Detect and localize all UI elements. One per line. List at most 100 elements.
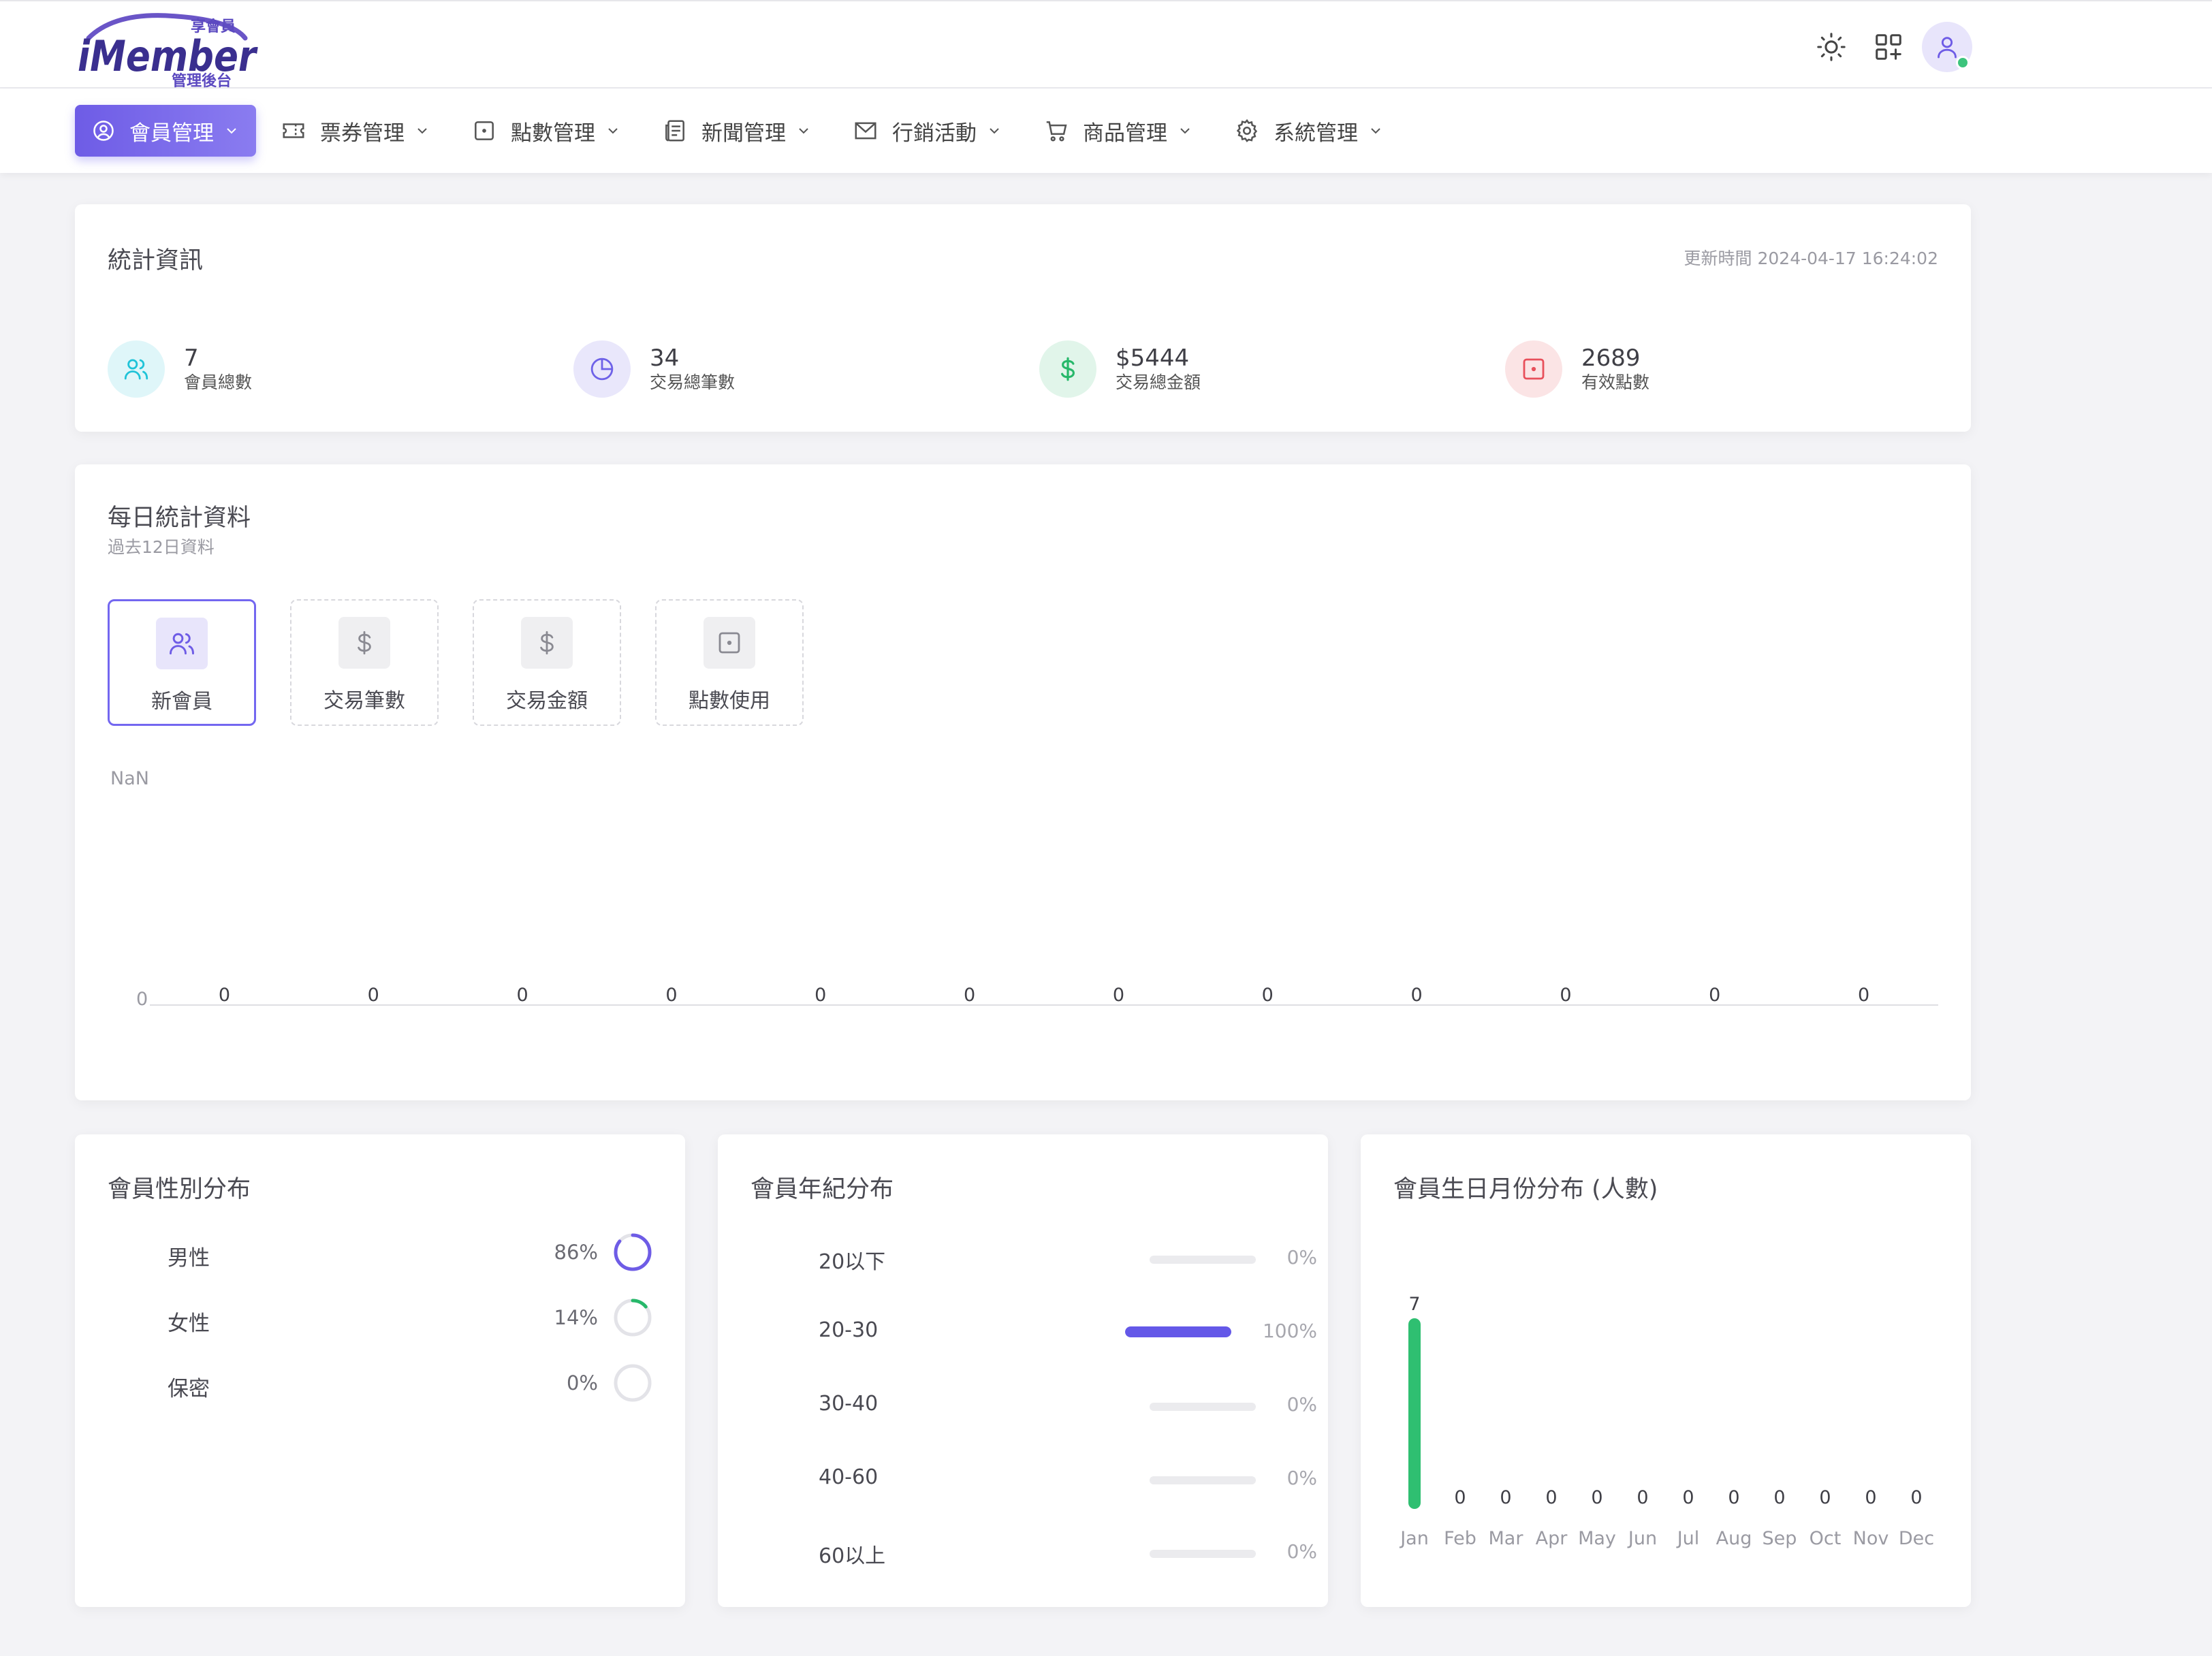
- chevron-down-icon: [1368, 123, 1384, 139]
- nav-label: 系統管理: [1274, 121, 1358, 146]
- square-dot-icon: [1505, 340, 1562, 398]
- chevron-down-icon: [795, 123, 812, 139]
- tab-label: 交易筆數: [323, 689, 405, 713]
- gender-card: 會員性別分布 男性 86% 女性 14% 保密 0%: [75, 1134, 685, 1607]
- square-dot-icon: [704, 617, 755, 669]
- age-row: 60以上 0%: [718, 1532, 1328, 1573]
- stats-title: 統計資訊: [108, 247, 204, 274]
- birthday-x-tick-label: Apr: [1536, 1528, 1568, 1549]
- apps-button[interactable]: [1863, 22, 1914, 72]
- birthday-bar-value: 0: [1591, 1487, 1602, 1508]
- chevron-down-icon: [986, 123, 1002, 139]
- square-dot-icon: [471, 118, 497, 144]
- nav-label: 行銷活動: [892, 121, 977, 146]
- daily-bar-value: 0: [1410, 985, 1422, 1006]
- birthday-bar-value: 0: [1637, 1487, 1648, 1508]
- age-progress-track: [1150, 1476, 1256, 1484]
- nav-member-management[interactable]: 會員管理: [75, 105, 256, 157]
- stat-label: 交易總筆數: [650, 372, 736, 392]
- stats-card: 統計資訊 更新時間 2024-04-17 16:24:02 7 會員總數 34 …: [75, 204, 1971, 432]
- age-row: 40-60 0%: [718, 1459, 1328, 1499]
- gender-row-secret: 保密 0%: [75, 1362, 685, 1410]
- birthday-x-tick-label: Jul: [1676, 1528, 1700, 1549]
- birthday-bar-value: 7: [1408, 1294, 1420, 1315]
- daily-stats-card: 每日統計資料 過去12日資料 新會員 交易筆數 交易金額 點數使用 NaN 0 …: [75, 464, 1971, 1100]
- dollar-icon: [1039, 340, 1096, 398]
- gender-ring: [614, 1364, 652, 1402]
- daily-bar-value: 0: [815, 985, 826, 1006]
- nav-ticket-management[interactable]: 票券管理: [264, 105, 447, 157]
- chevron-down-icon: [1177, 123, 1193, 139]
- online-status-dot: [1956, 56, 1970, 69]
- age-pct: 0%: [1286, 1540, 1317, 1563]
- age-progress-track: [1150, 1403, 1256, 1411]
- nav-marketing[interactable]: 行銷活動: [836, 105, 1019, 157]
- daily-bar-value: 0: [964, 985, 975, 1006]
- age-progress-track: [1150, 1256, 1256, 1264]
- age-card: 會員年紀分布 20以下 0% 20-30 100% 30-40 0% 40-60…: [718, 1134, 1328, 1607]
- dollar-icon: [521, 617, 573, 669]
- nav-system-management[interactable]: 系統管理: [1218, 105, 1400, 157]
- age-row: 30-40 0%: [718, 1385, 1328, 1426]
- chevron-down-icon: [605, 123, 621, 139]
- daily-bar-value: 0: [1262, 985, 1274, 1006]
- theme-toggle-button[interactable]: [1806, 22, 1856, 72]
- top-bar: iMember 享會員 管理後台: [0, 0, 2212, 91]
- birthday-x-tick-label: Nov: [1853, 1528, 1889, 1549]
- tab-transaction-amount[interactable]: 交易金額: [473, 599, 621, 726]
- age-label: 40-60: [819, 1465, 879, 1489]
- daily-bar-value: 0: [516, 985, 528, 1006]
- daily-bar-value: 0: [1709, 985, 1720, 1006]
- news-icon: [662, 118, 688, 144]
- gender-label: 男性: [168, 1246, 210, 1271]
- nav-label: 票券管理: [320, 121, 405, 146]
- birthday-x-tick-label: Aug: [1716, 1528, 1752, 1549]
- age-pct: 0%: [1286, 1246, 1317, 1269]
- gender-label: 女性: [168, 1311, 210, 1336]
- user-avatar-button[interactable]: [1922, 22, 1972, 72]
- birthday-bar-chart: 7 Jan 0 Feb 0 Mar 0 Apr 0 May 0 Jun 0 Jul 0 Aug 0 Sep 0 Oct…: [1399, 1294, 1934, 1549]
- stat-members: 7 會員總數: [108, 340, 252, 398]
- gender-label: 保密: [168, 1377, 210, 1401]
- age-label: 60以上: [819, 1544, 886, 1568]
- main-nav-bar: 會員管理 票券管理 點數管理 新聞管理 行銷活動 商品管理 系統管理: [0, 89, 2212, 173]
- birthday-x-tick-label: Jun: [1627, 1528, 1657, 1549]
- sun-icon: [1817, 33, 1846, 61]
- daily-bar-value: 0: [368, 985, 379, 1006]
- user-circle-icon: [91, 118, 116, 143]
- stat-label: 有效點數: [1581, 372, 1650, 392]
- gender-row-male: 男性 86%: [75, 1231, 685, 1279]
- daily-bar-value: 0: [1560, 985, 1571, 1006]
- imember-logo[interactable]: iMember 享會員 管理後台: [75, 11, 259, 91]
- birthday-x-tick-label: May: [1578, 1528, 1616, 1549]
- birthday-x-tick-label: Dec: [1899, 1528, 1934, 1549]
- birthday-bar-value: 0: [1910, 1487, 1922, 1508]
- chevron-down-icon: [414, 123, 430, 139]
- stat-value: 34: [650, 345, 680, 372]
- nav-points-management[interactable]: 點數管理: [455, 105, 637, 157]
- age-label: 20-30: [819, 1318, 879, 1342]
- stat-points: 2689 有效點數: [1505, 340, 1649, 398]
- birthday-bar-value: 0: [1728, 1487, 1739, 1508]
- tab-transaction-count[interactable]: 交易筆數: [290, 599, 439, 726]
- daily-bar-value: 0: [1858, 985, 1869, 1006]
- tab-points-usage[interactable]: 點數使用: [655, 599, 804, 726]
- gender-ring: [614, 1233, 652, 1271]
- gender-pct: 14%: [554, 1306, 598, 1329]
- logo-subtitle-bottom: 管理後台: [172, 72, 232, 90]
- nav-news-management[interactable]: 新聞管理: [646, 105, 828, 157]
- dollar-icon: [338, 617, 390, 669]
- birthday-bar-value: 0: [1773, 1487, 1785, 1508]
- nav-product-management[interactable]: 商品管理: [1027, 105, 1210, 157]
- stat-amount: $5444 交易總金額: [1039, 340, 1201, 398]
- age-progress-track: [1125, 1326, 1231, 1337]
- birthday-card: 會員生日月份分布 (人數) 7 Jan 0 Feb 0 Mar 0 Apr 0 May 0 Jun 0 J…: [1361, 1134, 1971, 1607]
- tab-new-members[interactable]: 新會員: [108, 599, 256, 726]
- user-icon: [1938, 37, 1957, 59]
- age-pct: 0%: [1286, 1467, 1317, 1489]
- age-label: 20以下: [819, 1250, 886, 1274]
- chevron-down-icon: [223, 123, 240, 139]
- gear-icon: [1234, 118, 1260, 144]
- tab-label: 點數使用: [689, 689, 770, 713]
- nav-label: 商品管理: [1083, 121, 1167, 146]
